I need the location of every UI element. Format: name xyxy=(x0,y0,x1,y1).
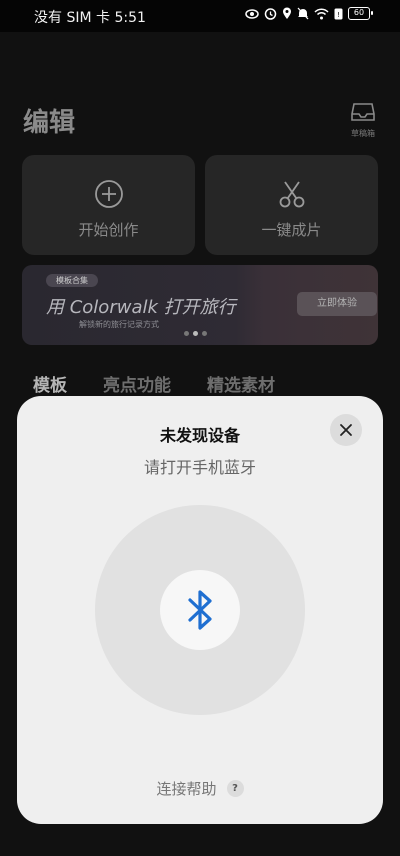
page-title: 编辑 xyxy=(23,108,76,138)
bluetooth-icon xyxy=(188,590,212,630)
banner-cta-button[interactable]: 立即体验 xyxy=(297,292,377,316)
banner-subtext: 解锁新的旅行记录方式 xyxy=(79,320,159,329)
tab-materials[interactable]: 精选素材 xyxy=(207,371,275,396)
tab-templates[interactable]: 模板 xyxy=(33,371,67,396)
scissors-icon xyxy=(279,181,304,208)
bluetooth-scan-ring xyxy=(95,505,305,715)
sim-icon: ! xyxy=(334,8,343,19)
banner-headline: 用 Colorwalk 打开旅行 xyxy=(46,297,236,318)
help-question-icon: ? xyxy=(226,780,244,797)
content-tabs: 模板 亮点功能 精选素材 xyxy=(33,371,275,396)
drafts-label: 草稿箱 xyxy=(351,129,375,138)
mute-icon xyxy=(297,7,309,20)
banner-pager xyxy=(184,331,207,336)
status-carrier-time: 没有 SIM 卡 5:51 xyxy=(34,10,146,26)
status-icons: ! 60 xyxy=(245,7,373,20)
sheet-title: 未发现设备 xyxy=(159,426,240,445)
svg-text:!: ! xyxy=(337,11,340,19)
sheet-subtitle: 请打开手机蓝牙 xyxy=(143,458,256,477)
inbox-icon xyxy=(351,103,375,121)
pager-dot xyxy=(184,331,189,336)
promo-banner[interactable]: 模板合集 用 Colorwalk 打开旅行 解锁新的旅行记录方式 立即体验 xyxy=(22,265,378,345)
bluetooth-badge xyxy=(160,570,240,650)
location-icon xyxy=(283,7,291,19)
plus-circle-icon xyxy=(94,180,123,208)
wifi-icon xyxy=(314,7,329,19)
start-creating-card[interactable]: 开始创作 xyxy=(22,155,195,255)
connection-help-label: 连接帮助 xyxy=(156,780,217,798)
drafts-button[interactable]: 草稿箱 xyxy=(348,102,378,139)
connection-help-link[interactable]: 连接帮助 ? xyxy=(17,778,383,799)
pager-dot xyxy=(202,331,207,336)
pager-dot-active xyxy=(193,331,198,336)
alarm-icon xyxy=(264,8,277,20)
device-not-found-sheet: 未发现设备 请打开手机蓝牙 连接帮助 ? xyxy=(17,396,383,824)
one-click-video-card[interactable]: 一键成片 xyxy=(205,155,378,255)
eye-icon xyxy=(245,8,259,19)
start-creating-label: 开始创作 xyxy=(78,221,139,239)
status-bar: 没有 SIM 卡 5:51 ! 60 xyxy=(0,0,400,32)
one-click-video-label: 一键成片 xyxy=(261,221,322,239)
battery-indicator: 60 xyxy=(348,7,373,20)
banner-tag: 模板合集 xyxy=(46,274,98,287)
tab-highlights[interactable]: 亮点功能 xyxy=(103,371,171,396)
